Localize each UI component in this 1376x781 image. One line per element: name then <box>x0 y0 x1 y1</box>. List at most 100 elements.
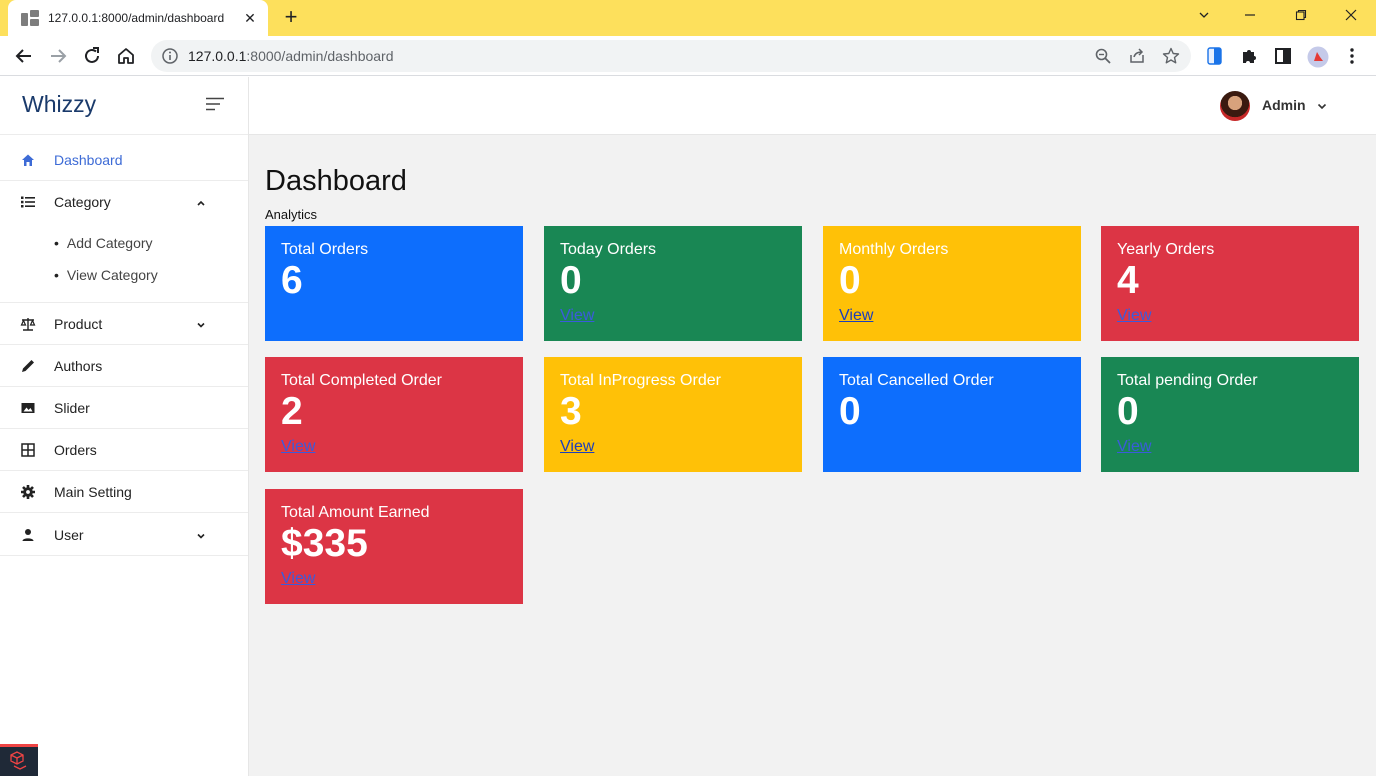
chevron-down-icon[interactable] <box>1316 99 1328 111</box>
chevron-up-icon <box>195 196 207 208</box>
page-subtitle: Analytics <box>265 207 318 222</box>
url-text: 127.0.0.1:8000/admin/dashboard <box>188 48 394 64</box>
stat-card-value: 0 <box>1117 390 1139 433</box>
tab-search-icon[interactable] <box>1192 6 1216 26</box>
stat-card: Total Completed Order 2 View <box>265 357 523 472</box>
sidebar-item-main-setting[interactable]: Main Setting <box>0 471 248 513</box>
stat-card-title: Monthly Orders <box>839 241 949 258</box>
forward-button[interactable] <box>46 44 70 68</box>
stat-card: Total Cancelled Order 0 <box>823 357 1081 472</box>
site-info-icon[interactable] <box>161 47 179 65</box>
sidebar-item-user[interactable]: User <box>0 514 248 556</box>
stat-card-title: Total InProgress Order <box>560 372 721 389</box>
sidebar-subitem-view-category[interactable]: View Category <box>54 267 158 283</box>
stat-card: Total pending Order 0 View <box>1101 357 1359 472</box>
tab-title: 127.0.0.1:8000/admin/dashboard <box>48 11 225 25</box>
profile-avatar-icon[interactable] <box>1307 46 1329 68</box>
bookmark-star-icon[interactable] <box>1162 47 1180 65</box>
chevron-down-icon <box>195 529 207 541</box>
stat-card-title: Total Cancelled Order <box>839 372 994 389</box>
home-button[interactable] <box>114 44 138 68</box>
avatar[interactable] <box>1220 91 1250 121</box>
sidebar-toggle-icon[interactable] <box>205 97 225 111</box>
laravel-debugbar-icon[interactable] <box>0 744 38 776</box>
sidebar-item-label: Main Setting <box>54 484 132 500</box>
reload-button[interactable] <box>80 44 104 68</box>
page-title: Dashboard <box>265 165 407 197</box>
user-name[interactable]: Admin <box>1262 97 1306 113</box>
sidebar-item-orders[interactable]: Orders <box>0 429 248 471</box>
view-link[interactable]: View <box>560 307 594 325</box>
view-link[interactable]: View <box>281 438 315 456</box>
restore-button[interactable] <box>1289 6 1313 26</box>
brand-logo[interactable]: Whizzy <box>22 91 96 118</box>
scale-icon <box>20 316 36 332</box>
sidebar-item-slider[interactable]: Slider <box>0 387 248 429</box>
stat-card-value: 4 <box>1117 259 1139 302</box>
stat-card: Monthly Orders 0 View <box>823 226 1081 341</box>
sidebar-item-product[interactable]: Product <box>0 303 248 345</box>
stat-card: Today Orders 0 View <box>544 226 802 341</box>
extension-translate-icon[interactable] <box>1205 46 1225 66</box>
topbar: Admin <box>249 77 1376 135</box>
sidebar-item-label: Category <box>54 194 111 210</box>
url-path: :8000/admin/dashboard <box>246 48 394 64</box>
sidebar: Whizzy Dashboard Category Add Category V… <box>0 77 249 776</box>
sidebar-item-label: Orders <box>54 442 97 458</box>
stat-card-value: $335 <box>281 522 368 565</box>
home-icon <box>20 152 36 168</box>
view-link[interactable]: View <box>839 307 873 325</box>
stat-card: Total InProgress Order 3 View <box>544 357 802 472</box>
sidebar-item-label: User <box>54 527 84 543</box>
gear-icon <box>20 484 36 500</box>
browser-tabstrip: 127.0.0.1:8000/admin/dashboard ✕ + <box>0 0 1376 36</box>
close-tab-icon[interactable]: ✕ <box>241 9 259 27</box>
browser-tab[interactable]: 127.0.0.1:8000/admin/dashboard ✕ <box>8 0 268 36</box>
browser-menu-icon[interactable] <box>1342 46 1362 66</box>
stat-card-value: 0 <box>839 390 861 433</box>
view-link[interactable]: View <box>1117 307 1151 325</box>
stat-card-title: Today Orders <box>560 241 657 258</box>
sidebar-item-label: Slider <box>54 400 90 416</box>
new-tab-button[interactable]: + <box>279 6 303 30</box>
stat-card-title: Total pending Order <box>1117 372 1258 389</box>
stat-card-value: 6 <box>281 259 303 302</box>
stat-card-value: 0 <box>560 259 582 302</box>
address-bar[interactable]: 127.0.0.1:8000/admin/dashboard <box>151 40 1191 72</box>
browser-toolbar: 127.0.0.1:8000/admin/dashboard <box>0 36 1376 76</box>
stat-card-value: 0 <box>839 259 861 302</box>
stat-card-title: Total Completed Order <box>281 372 442 389</box>
grid-icon <box>20 442 36 458</box>
zoom-icon[interactable] <box>1094 47 1112 65</box>
main-content: Dashboard Analytics Total Orders 6 Today O… <box>249 135 1376 776</box>
page-favicon-icon <box>21 10 39 26</box>
sidebar-item-dashboard[interactable]: Dashboard <box>0 139 248 181</box>
minimize-button[interactable] <box>1238 6 1262 26</box>
stat-card-value: 2 <box>281 390 303 433</box>
share-icon[interactable] <box>1128 47 1146 65</box>
view-link[interactable]: View <box>560 438 594 456</box>
stat-card-title: Total Orders <box>281 241 369 258</box>
back-button[interactable] <box>12 44 36 68</box>
sidebar-item-label: Product <box>54 316 103 332</box>
extensions-puzzle-icon[interactable] <box>1239 46 1259 66</box>
view-link[interactable]: View <box>1117 438 1151 456</box>
divider <box>0 134 248 135</box>
chevron-down-icon <box>195 318 207 330</box>
list-icon <box>20 194 36 210</box>
pen-icon <box>20 358 36 374</box>
close-window-button[interactable] <box>1339 6 1363 26</box>
view-link[interactable]: View <box>281 570 315 588</box>
image-icon <box>20 400 36 416</box>
sidebar-item-label: Authors <box>54 358 103 374</box>
stat-card: Total Amount Earned $335 View <box>265 489 523 604</box>
side-panel-icon[interactable] <box>1273 46 1293 66</box>
stat-card-value: 3 <box>560 390 582 433</box>
sidebar-subitem-add-category[interactable]: Add Category <box>54 235 153 251</box>
stat-card-title: Total Amount Earned <box>281 504 430 521</box>
stat-card-title: Yearly Orders <box>1117 241 1215 258</box>
sidebar-item-label: Dashboard <box>54 152 123 168</box>
stat-card: Total Orders 6 <box>265 226 523 341</box>
sidebar-item-authors[interactable]: Authors <box>0 345 248 387</box>
url-host: 127.0.0.1 <box>188 48 247 64</box>
